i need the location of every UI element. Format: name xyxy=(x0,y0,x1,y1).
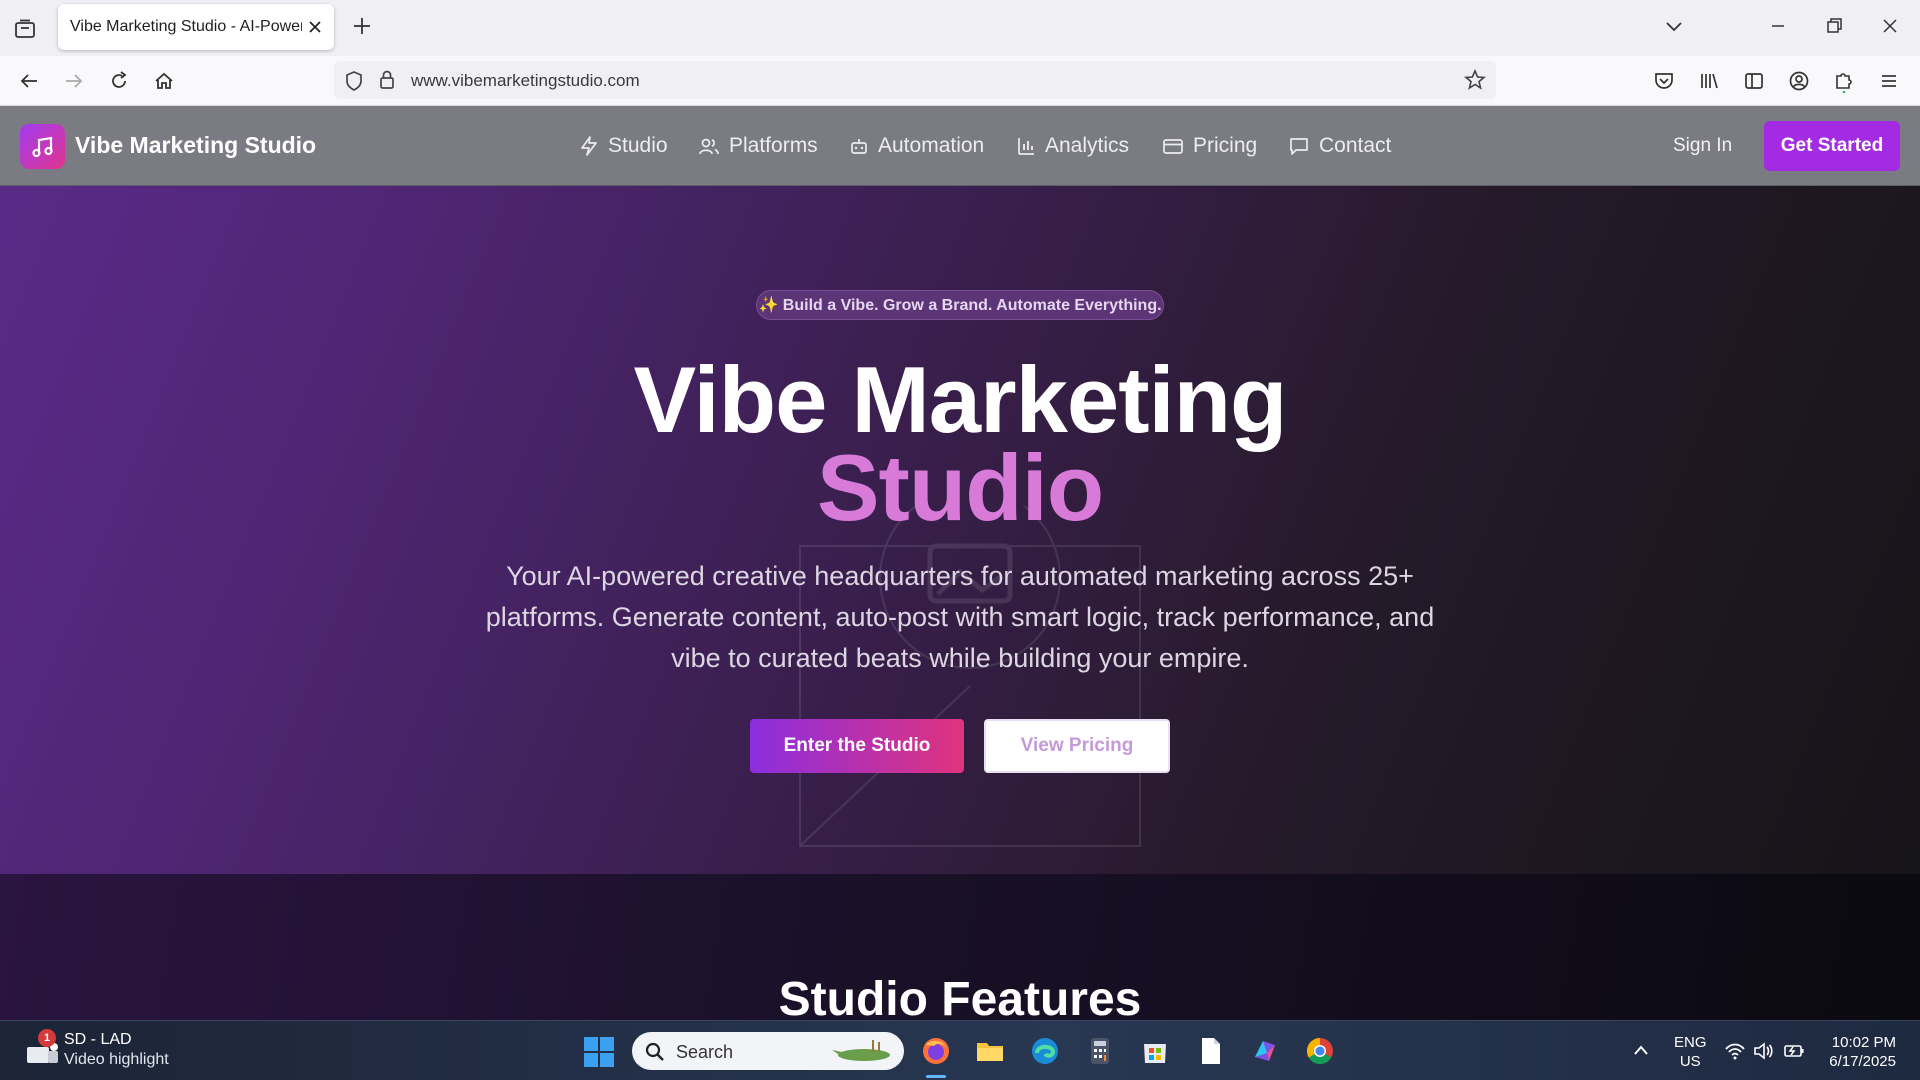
nav-analytics[interactable]: Analytics xyxy=(1016,132,1129,160)
nav-label: Pricing xyxy=(1193,134,1258,157)
wifi-icon[interactable] xyxy=(1724,1041,1746,1061)
firefox-icon[interactable] xyxy=(920,1035,952,1067)
restore-icon[interactable] xyxy=(1822,14,1846,38)
nav-label: Platforms xyxy=(729,134,818,157)
tab-title: Vibe Marketing Studio - AI-Powered xyxy=(70,18,302,35)
library-icon[interactable] xyxy=(1696,68,1722,94)
taskbar-search[interactable]: Search xyxy=(632,1032,904,1070)
windows-taskbar: 1 SD - LAD Video highlight Search ENG US… xyxy=(0,1020,1920,1080)
menu-hamburger-icon[interactable] xyxy=(1876,68,1902,94)
file-explorer-icon[interactable] xyxy=(974,1035,1006,1067)
enter-studio-button[interactable]: Enter the Studio xyxy=(750,719,964,773)
browser-tab-active[interactable]: Vibe Marketing Studio - AI-Powered xyxy=(58,4,334,50)
lang-code: ENG xyxy=(1674,1034,1707,1051)
news-subtitle[interactable]: Video highlight xyxy=(64,1051,169,1069)
lock-icon[interactable] xyxy=(378,69,396,91)
bookmark-star-icon[interactable] xyxy=(1464,69,1486,91)
address-bar[interactable]: www.vibemarketingstudio.com xyxy=(334,61,1496,99)
pocket-icon[interactable] xyxy=(1651,68,1677,94)
url-text[interactable]: www.vibemarketingstudio.com xyxy=(411,71,640,91)
volume-icon[interactable] xyxy=(1752,1041,1774,1061)
calculator-icon[interactable] xyxy=(1084,1035,1116,1067)
battery-charging-icon[interactable] xyxy=(1782,1041,1806,1061)
nav-label: Studio xyxy=(608,134,668,157)
nav-automation[interactable]: Automation xyxy=(849,132,984,160)
browser-toolbar: www.vibemarketingstudio.com xyxy=(0,56,1920,106)
show-hidden-icons-chevron-icon[interactable] xyxy=(1632,1043,1650,1057)
back-icon[interactable] xyxy=(16,68,42,94)
nav-label: Contact xyxy=(1319,134,1392,157)
search-placeholder: Search xyxy=(676,1042,734,1062)
sign-in-link[interactable]: Sign In xyxy=(1673,135,1732,157)
get-started-button[interactable]: Get Started xyxy=(1764,121,1900,171)
credit-card-icon xyxy=(1163,139,1183,154)
extensions-icon[interactable] xyxy=(1831,68,1857,94)
nav-platforms[interactable]: Platforms xyxy=(698,132,818,160)
nav-label: Automation xyxy=(878,134,985,157)
tagline-badge: ✨ Build a Vibe. Grow a Brand. Automate E… xyxy=(756,290,1164,320)
hero-title-line2: Studio xyxy=(816,435,1104,540)
tab-list-icon[interactable] xyxy=(10,14,40,44)
account-icon[interactable] xyxy=(1786,68,1812,94)
users-icon xyxy=(699,138,719,155)
close-tab-icon[interactable] xyxy=(306,18,324,36)
site-header: Vibe Marketing Studio Studio Platforms A… xyxy=(0,106,1920,186)
chrome-icon[interactable] xyxy=(1304,1035,1336,1067)
search-icon xyxy=(645,1042,664,1061)
nav-pricing[interactable]: Pricing xyxy=(1162,132,1257,160)
clock-date: 6/17/2025 xyxy=(1829,1053,1896,1070)
minimize-icon[interactable] xyxy=(1766,14,1790,38)
search-highlight-crocodile-icon xyxy=(832,1040,890,1061)
new-tab-icon[interactable] xyxy=(350,14,374,38)
news-title[interactable]: SD - LAD xyxy=(64,1031,132,1049)
browser-tab-strip: Vibe Marketing Studio - AI-Powered xyxy=(0,0,1920,56)
hero-description: Your AI-powered creative headquarters fo… xyxy=(485,561,1435,673)
nav-studio[interactable]: Studio xyxy=(579,132,668,160)
nav-contact[interactable]: Contact xyxy=(1288,132,1391,160)
microsoft-365-icon[interactable] xyxy=(1249,1035,1281,1067)
features-heading: Studio Features xyxy=(778,973,1142,1026)
shield-icon[interactable] xyxy=(344,70,364,92)
hero-section: ✨ Build a Vibe. Grow a Brand. Automate E… xyxy=(0,186,1920,874)
notification-badge: 1 xyxy=(38,1029,56,1047)
active-app-indicator xyxy=(926,1075,946,1078)
clock-time: 10:02 PM xyxy=(1831,1034,1896,1051)
robot-icon xyxy=(851,139,867,154)
windows-start-icon[interactable] xyxy=(584,1037,614,1067)
nav-label: Analytics xyxy=(1045,134,1130,157)
music-note-logo-icon[interactable] xyxy=(20,124,65,169)
reload-icon[interactable] xyxy=(106,68,132,94)
sidebar-icon[interactable] xyxy=(1741,68,1767,94)
lightning-icon xyxy=(581,136,597,156)
close-window-icon[interactable] xyxy=(1878,14,1902,38)
brand-name[interactable]: Vibe Marketing Studio xyxy=(75,132,316,159)
lang-region: US xyxy=(1679,1053,1701,1070)
view-pricing-button[interactable]: View Pricing xyxy=(984,719,1170,773)
notepad-file-icon[interactable] xyxy=(1194,1035,1226,1067)
features-section: Studio Features xyxy=(0,874,1920,1026)
home-icon[interactable] xyxy=(151,68,177,94)
forward-icon[interactable] xyxy=(61,68,87,94)
input-language[interactable]: ENG US xyxy=(1674,1033,1707,1071)
tab-overflow-chevron-icon[interactable] xyxy=(1662,14,1686,38)
message-icon xyxy=(1290,138,1308,155)
system-clock[interactable]: 10:02 PM 6/17/2025 xyxy=(1826,1033,1896,1071)
microsoft-store-icon[interactable] xyxy=(1139,1035,1171,1067)
bar-chart-icon xyxy=(1018,138,1034,155)
edge-icon[interactable] xyxy=(1029,1035,1061,1067)
